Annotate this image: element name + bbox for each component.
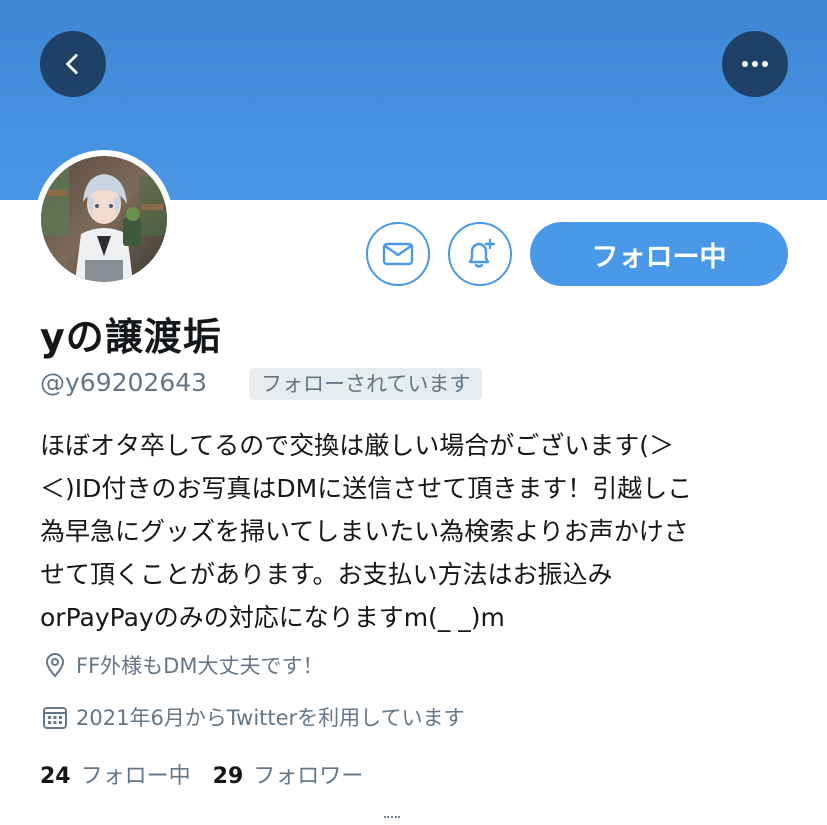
profile-bio: ほぼオタ卒してるので交換は厳しい場合がございます(＞ ＜)ID付きのお写真はDM… (40, 431, 693, 632)
avatar-image (41, 156, 167, 282)
followers-count[interactable]: 29 (213, 764, 244, 789)
location-pin-icon (40, 650, 70, 680)
following-button[interactable]: フォロー中 (530, 222, 788, 286)
chevron-left-icon (66, 53, 78, 75)
user-handle: @y69202643 (40, 368, 208, 397)
back-button[interactable] (40, 31, 106, 97)
location-text: FF外様もDM大丈夫です！ (76, 654, 324, 678)
calendar-icon (40, 702, 70, 732)
followers-label[interactable]: フォロワー (253, 758, 363, 790)
following-count[interactable]: 24 (40, 764, 71, 789)
location-row: FF外様もDM大丈夫です！ (40, 650, 323, 680)
more-button[interactable] (722, 31, 788, 97)
envelope-icon (382, 242, 414, 266)
scroll-indicator (384, 816, 400, 821)
more-horizontal-icon (742, 61, 768, 67)
notify-button[interactable] (448, 222, 512, 286)
avatar[interactable] (35, 150, 173, 288)
bell-plus-icon (468, 238, 496, 268)
following-label[interactable]: フォロー中 (81, 758, 191, 790)
follows-you-badge: フォローされています (249, 368, 483, 400)
follow-stats: 24 フォロー中 29 フォロワー (40, 758, 385, 790)
message-button[interactable] (366, 222, 430, 286)
display-name: yの譲渡垢 (40, 315, 222, 359)
joined-text: 2021年6月からTwitterを利用しています (76, 706, 465, 730)
joined-row: 2021年6月からTwitterを利用しています (40, 702, 465, 732)
